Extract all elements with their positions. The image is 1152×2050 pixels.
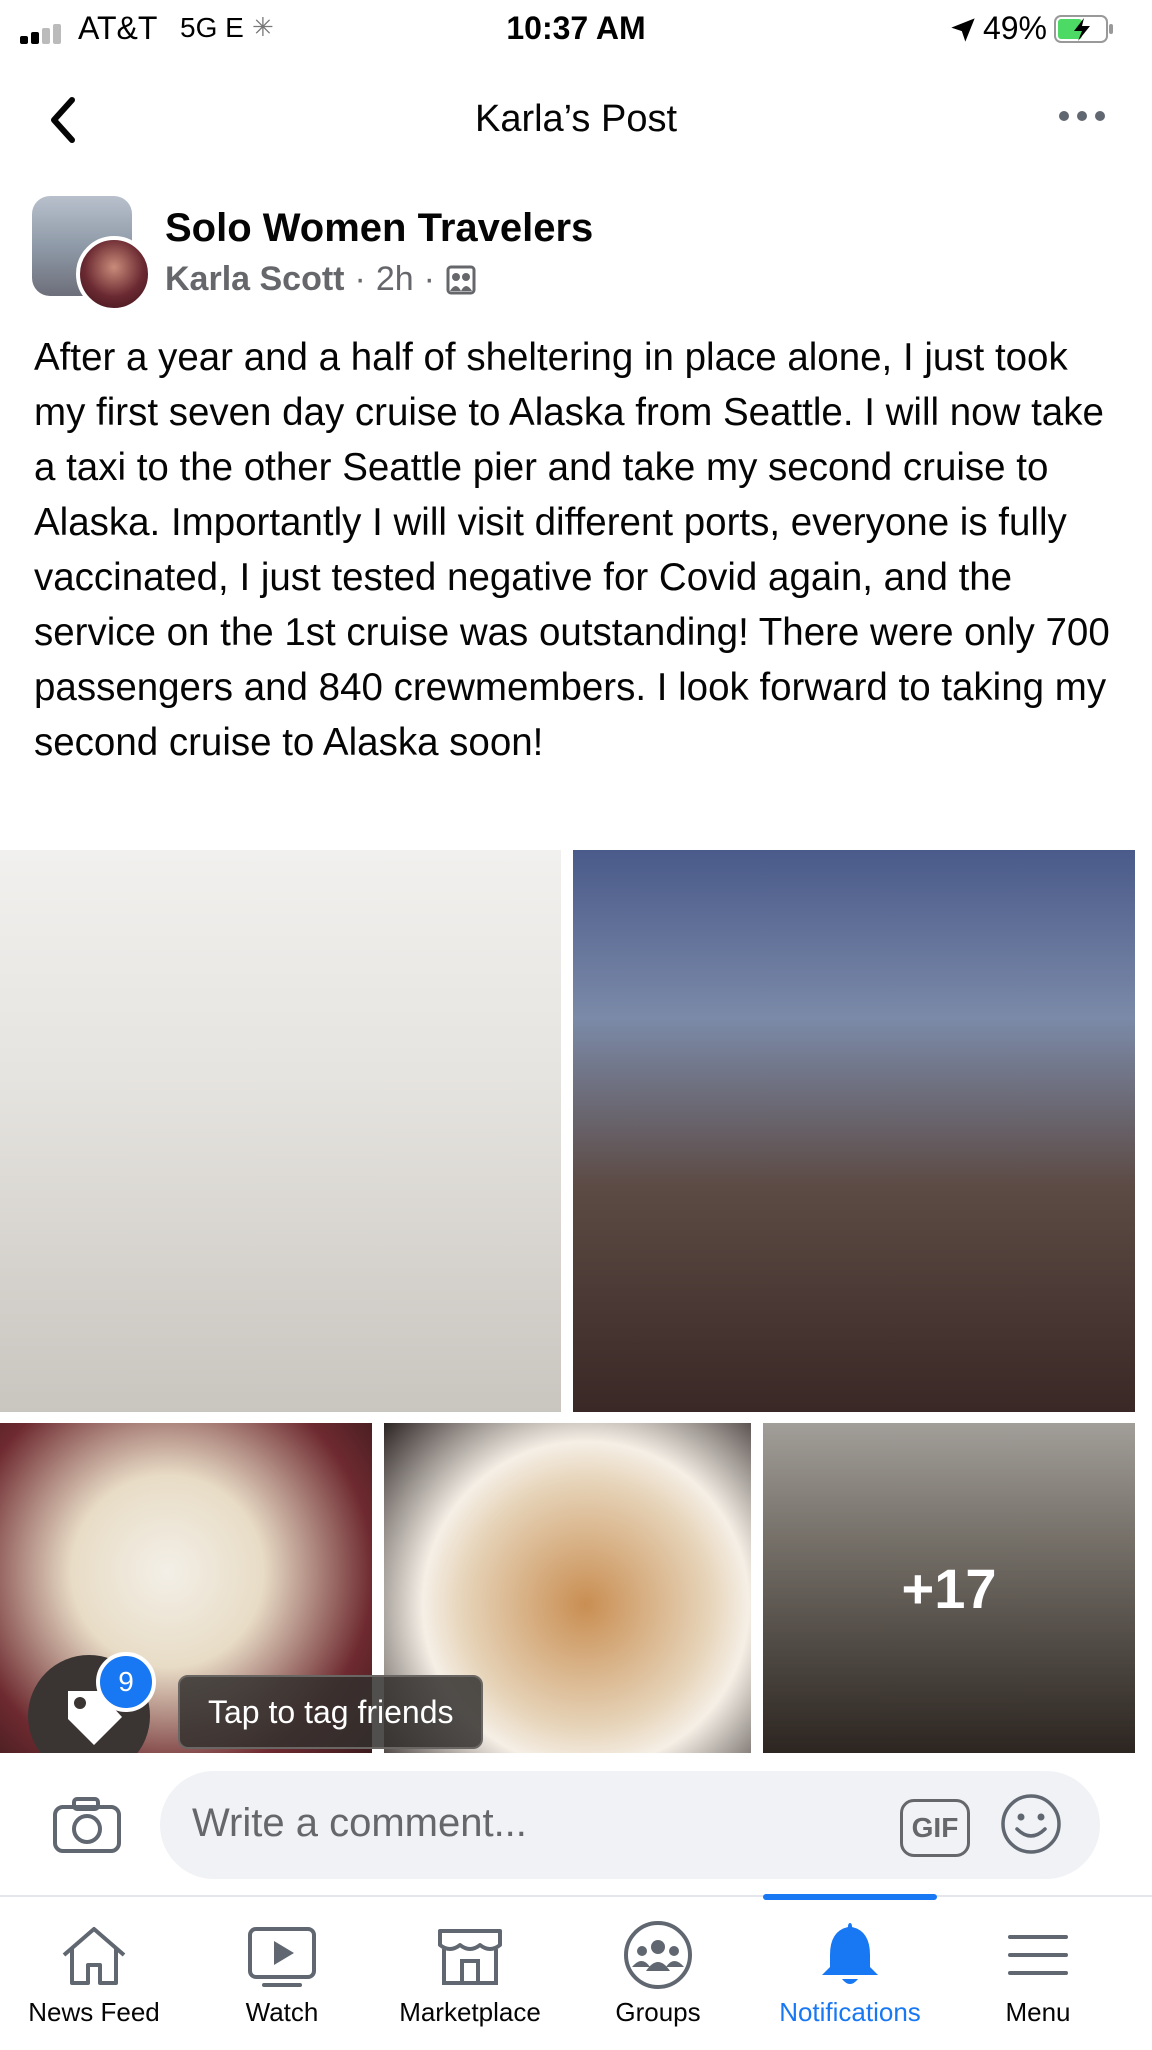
status-bar: AT&T 5G E ✳ 10:37 AM 49% bbox=[0, 0, 1152, 60]
battery-percent: 49% bbox=[982, 10, 1047, 46]
tab-marketplace[interactable]: Marketplace bbox=[380, 1897, 560, 2050]
nav-header: Karla’s Post bbox=[0, 60, 1152, 180]
back-arrow-icon[interactable] bbox=[36, 90, 96, 150]
post-time[interactable]: 2h bbox=[376, 260, 414, 299]
comment-bar: Write a comment... GIF bbox=[0, 1753, 1152, 1893]
bell-icon bbox=[822, 1923, 878, 1984]
signal-icon bbox=[20, 22, 70, 44]
tab-label-watch: Watch bbox=[245, 1997, 319, 2027]
tab-label-menu: Menu bbox=[1005, 1997, 1071, 2027]
shop-icon bbox=[438, 1929, 502, 1985]
tab-notifications[interactable]: Notifications bbox=[760, 1897, 940, 2050]
more-photos-count[interactable]: +17 bbox=[763, 1423, 1135, 1753]
network-label: 5G E bbox=[180, 12, 244, 43]
photo-selfie-mask[interactable] bbox=[0, 850, 561, 1412]
tag-count-badge: 9 bbox=[96, 1652, 156, 1712]
groups-icon bbox=[624, 1921, 692, 1989]
tab-label-notifications: Notifications bbox=[779, 1997, 921, 2027]
home-icon bbox=[62, 1927, 126, 1985]
loading-icon: ✳ bbox=[252, 12, 274, 42]
tab-label-groups: Groups bbox=[615, 1997, 701, 2027]
group-name-link[interactable]: Solo Women Travelers bbox=[165, 206, 593, 251]
author-name-link[interactable]: Karla Scott bbox=[165, 260, 345, 299]
tab-watch[interactable]: Watch bbox=[192, 1897, 372, 2050]
tab-news-feed[interactable]: News Feed bbox=[4, 1897, 184, 2050]
photo-group-more[interactable]: +17 bbox=[763, 1423, 1135, 1753]
location-arrow-icon bbox=[951, 18, 975, 42]
tab-menu[interactable]: Menu bbox=[948, 1897, 1128, 2050]
post-body-text: After a year and a half of sheltering in… bbox=[34, 336, 1110, 764]
tab-label-news-feed: News Feed bbox=[28, 1997, 160, 2027]
tab-groups[interactable]: Groups bbox=[568, 1897, 748, 2050]
gif-icon[interactable]: GIF bbox=[900, 1799, 970, 1857]
meta-separator: · bbox=[354, 260, 366, 298]
tag-friends-tooltip[interactable]: Tap to tag friends bbox=[178, 1675, 484, 1749]
emoji-icon[interactable] bbox=[1000, 1793, 1062, 1855]
comment-input[interactable]: Write a comment... GIF bbox=[160, 1771, 1100, 1879]
video-icon bbox=[248, 1927, 316, 1987]
bottom-tab-bar: News Feed Watch Marketplace Groups Notif… bbox=[0, 1894, 1152, 2050]
more-options-icon[interactable] bbox=[1052, 96, 1112, 136]
carrier-label: AT&T bbox=[78, 10, 158, 46]
author-avatar[interactable] bbox=[76, 236, 152, 312]
post-header: Solo Women Travelers Karla Scott · 2h · bbox=[0, 190, 1152, 320]
hamburger-icon bbox=[1008, 1935, 1068, 1975]
page-title: Karla’s Post bbox=[474, 98, 678, 140]
group-icon bbox=[446, 265, 476, 294]
battery-charging-icon bbox=[1054, 15, 1113, 43]
tab-label-marketplace: Marketplace bbox=[399, 1997, 541, 2027]
camera-icon[interactable] bbox=[52, 1795, 122, 1855]
meta-separator: · bbox=[423, 260, 435, 298]
status-time: 10:37 AM bbox=[506, 10, 646, 46]
comment-placeholder: Write a comment... bbox=[192, 1801, 527, 1845]
post-meta: Karla Scott · 2h · bbox=[165, 260, 477, 299]
photo-cappuccino[interactable] bbox=[573, 850, 1135, 1412]
